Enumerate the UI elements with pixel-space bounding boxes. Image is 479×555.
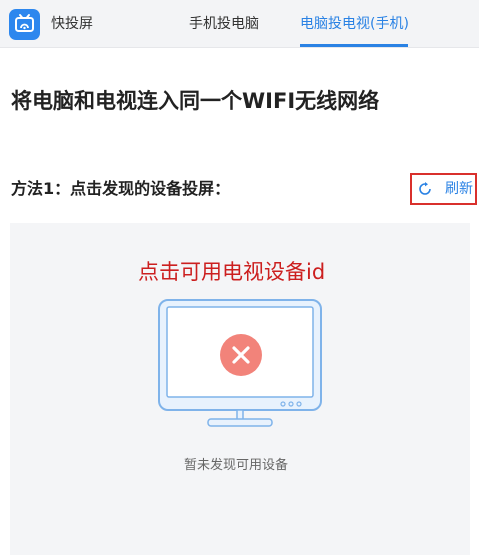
- monitor-icon: [158, 299, 324, 433]
- page-title: 将电脑和电视连入同一个WIFI无线网络: [11, 89, 380, 113]
- app-logo-icon: [9, 9, 40, 40]
- tab-phone-to-pc[interactable]: 手机投电脑: [189, 15, 259, 33]
- annotation-text: 点击可用电视设备id: [138, 260, 326, 284]
- method-title: 方法1：点击发现的设备投屏：: [11, 179, 231, 198]
- app-name: 快投屏: [51, 16, 93, 32]
- top-bar: 快投屏 手机投电脑 电脑投电视(手机): [0, 0, 479, 48]
- active-tab-indicator: [300, 44, 408, 47]
- refresh-label: 刷新: [445, 181, 473, 197]
- refresh-icon: [419, 182, 431, 195]
- empty-state-message: 暂未发现可用设备: [184, 458, 289, 473]
- close-icon: [220, 334, 262, 376]
- tab-pc-to-tv[interactable]: 电脑投电视(手机): [300, 15, 409, 33]
- refresh-button[interactable]: 刷新: [410, 173, 477, 205]
